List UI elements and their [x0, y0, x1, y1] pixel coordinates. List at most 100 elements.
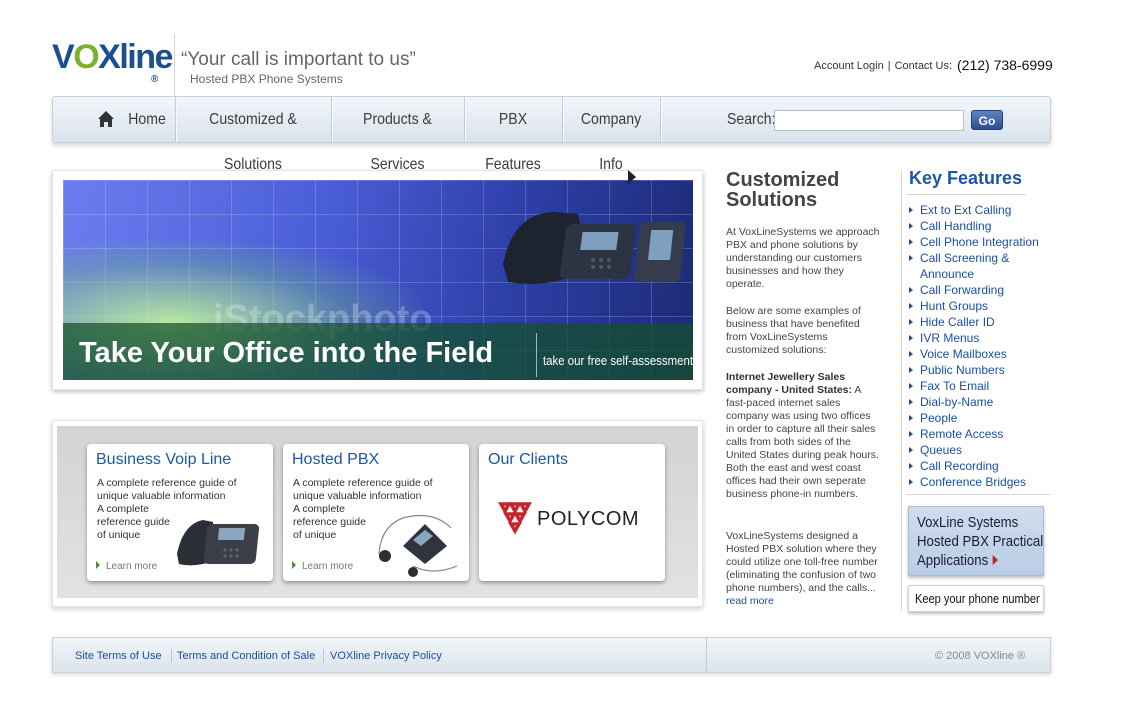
learn-more-link[interactable]: Learn more	[96, 561, 157, 572]
hosted-pbx-applications-promo[interactable]: VoxLine Systems Hosted PBX Practical App…	[908, 506, 1044, 576]
key-feature-link[interactable]: People	[909, 410, 1049, 426]
customized-solutions-title: Customized Solutions	[726, 169, 840, 211]
blue-arrow-icon	[909, 383, 913, 389]
footer: Site Terms of Use Terms and Condition of…	[52, 637, 1051, 673]
blue-arrow-icon	[909, 479, 913, 485]
key-feature-link[interactable]: Public Numbers	[909, 362, 1049, 378]
search-input[interactable]	[774, 110, 964, 131]
nav-pbx-features[interactable]: PBX Features	[470, 97, 556, 173]
nav-separator	[660, 97, 661, 142]
blue-arrow-icon	[909, 223, 913, 229]
blue-arrow-icon	[909, 367, 913, 373]
nav-separator	[464, 97, 465, 142]
key-feature-label: Voice Mailboxes	[920, 347, 1007, 361]
footer-divider	[706, 638, 707, 672]
hero-banner[interactable]: iStockphoto Take Your Office into the Fi…	[63, 180, 693, 380]
key-feature-link[interactable]: Call Screening & Announce	[909, 250, 1049, 282]
card-title: Our Clients	[488, 451, 569, 468]
key-feature-link[interactable]: Call Recording	[909, 458, 1049, 474]
key-feature-link[interactable]: Hide Caller ID	[909, 314, 1049, 330]
key-feature-link[interactable]: Ext to Ext Calling	[909, 202, 1049, 218]
top-links: Account Login | Contact Us:	[814, 60, 952, 72]
privacy-policy-link[interactable]: VOXline Privacy Policy	[330, 650, 442, 662]
key-feature-label: Fax To Email	[920, 379, 990, 393]
learn-more-label: Learn more	[106, 561, 158, 572]
key-feature-link[interactable]: IVR Menus	[909, 330, 1049, 346]
key-feature-label: Queues	[920, 443, 963, 457]
conference-phone-image	[378, 515, 458, 577]
home-icon	[98, 111, 114, 127]
key-feature-label: Call Screening & Announce	[920, 251, 1010, 281]
blue-arrow-icon	[909, 287, 913, 293]
top-link-separator: |	[887, 60, 891, 72]
copyright-text: © 2008 VOXline ®	[935, 650, 1026, 662]
header-phone-number: (212) 738-6999	[957, 57, 1053, 73]
nav-products-services[interactable]: Products & Services	[339, 97, 456, 173]
logo-part-o: O	[73, 38, 99, 76]
nav-customized-solutions[interactable]: Customized & Solutions	[184, 97, 321, 173]
nav-separator	[562, 97, 563, 142]
card-text-line: A complete reference guide of unique val…	[97, 477, 237, 502]
case-study-text: A fast-paced internet sales company was …	[726, 384, 879, 500]
blue-arrow-icon	[909, 431, 913, 437]
key-feature-link[interactable]: Fax To Email	[909, 378, 1049, 394]
card-business-voip-line[interactable]: Business Voip Line A complete reference …	[87, 444, 273, 581]
key-feature-label: Hunt Groups	[920, 299, 989, 313]
self-assessment-link[interactable]: take our free self-assessment	[543, 353, 693, 368]
hero-band-separator	[536, 333, 537, 377]
card-text-line: A complete reference guide of unique	[97, 503, 170, 541]
site-terms-link[interactable]: Site Terms of Use	[75, 650, 162, 662]
key-feature-label: Ext to Ext Calling	[920, 203, 1012, 217]
nav-home[interactable]: Home	[122, 97, 171, 142]
key-feature-link[interactable]: Call Forwarding	[909, 282, 1049, 298]
blue-arrow-icon	[909, 351, 913, 357]
terms-of-sale-link[interactable]: Terms and Condition of Sale	[177, 650, 315, 662]
blue-arrow-icon	[909, 447, 913, 453]
card-hosted-pbx[interactable]: Hosted PBX A complete reference guide of…	[283, 444, 469, 581]
key-feature-link[interactable]: Cell Phone Integration	[909, 234, 1049, 250]
key-feature-label: Remote Access	[920, 427, 1004, 441]
card-our-clients[interactable]: Our Clients POLYCOM	[479, 444, 665, 581]
learn-more-link[interactable]: Learn more	[292, 561, 353, 572]
blue-arrow-icon	[909, 463, 913, 469]
card-title: Business Voip Line	[96, 451, 232, 468]
solution-text: VoxLineSystems designed a Hosted PBX sol…	[726, 530, 878, 594]
ip-phone-image	[177, 520, 260, 566]
nav-separator	[331, 97, 332, 142]
key-feature-label: Conference Bridges	[920, 475, 1027, 489]
read-more-link[interactable]: read more	[726, 595, 774, 607]
key-feature-label: Dial-by-Name	[920, 395, 994, 409]
green-arrow-icon	[292, 561, 296, 569]
key-feature-link[interactable]: Voice Mailboxes	[909, 346, 1049, 362]
promo-line: VoxLine Systems	[917, 514, 1019, 531]
key-features-underline	[906, 194, 1026, 195]
main-navigation: Home Customized & Solutions Products & S…	[52, 96, 1051, 173]
keep-phone-number-button[interactable]: Keep your phone number	[908, 585, 1044, 612]
key-feature-link[interactable]: Dial-by-Name	[909, 394, 1049, 410]
examples-paragraph: Below are some examples of business that…	[726, 305, 861, 356]
key-feature-link[interactable]: Queues	[909, 442, 1049, 458]
key-feature-link[interactable]: Remote Access	[909, 426, 1049, 442]
solution-paragraph: VoxLineSystems designed a Hosted PBX sol…	[726, 530, 881, 608]
card-text-line: A complete reference guide of unique	[293, 503, 366, 541]
green-arrow-icon	[96, 561, 100, 569]
logo-part-xline: Xline	[98, 38, 173, 76]
key-features-bottom-line	[906, 494, 1051, 495]
account-login-link[interactable]: Account Login	[814, 60, 884, 72]
promo-line: Applications	[917, 552, 989, 569]
key-feature-link[interactable]: Call Handling	[909, 218, 1049, 234]
nav-company-info[interactable]: Company Info	[568, 97, 654, 173]
right-column-divider	[901, 170, 902, 610]
search-go-button[interactable]: Go	[971, 110, 1003, 130]
search-label: Search:	[727, 111, 776, 128]
voxline-logo[interactable]: VOXline	[52, 38, 173, 76]
key-features-list: Ext to Ext Calling Call Handling Cell Phon…	[909, 202, 1049, 490]
key-feature-link[interactable]: Conference Bridges	[909, 474, 1049, 490]
blue-arrow-icon	[909, 399, 913, 405]
case-study-paragraph: Internet Jewellery Sales company - Unite…	[726, 371, 881, 501]
card-text-line: A complete reference guide of unique val…	[293, 477, 433, 502]
key-feature-link[interactable]: Hunt Groups	[909, 298, 1049, 314]
key-feature-label: Call Recording	[920, 459, 999, 473]
contact-us-link[interactable]: Contact Us:	[895, 60, 952, 72]
key-features-title: Key Features	[909, 168, 1023, 188]
